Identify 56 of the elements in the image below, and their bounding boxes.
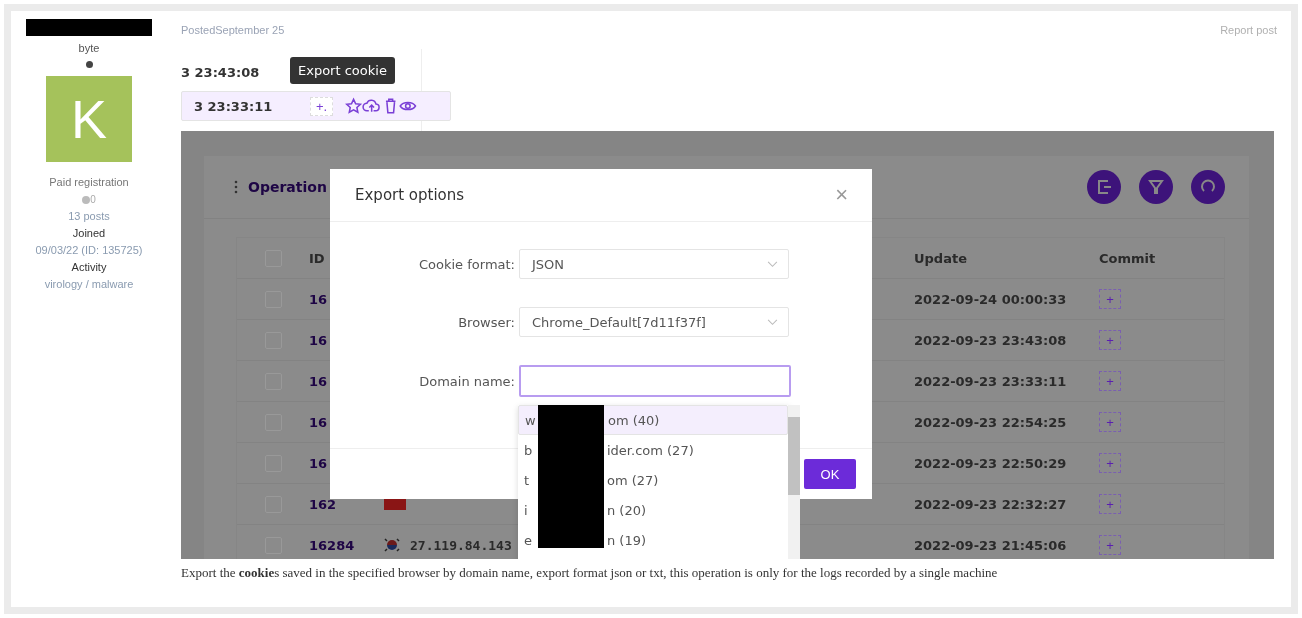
caption: Export the cookies saved in the specified browser by domain name, export format json or txt, this operation is only for the logs recorded by a single machine (181, 565, 999, 581)
option-text[interactable]: w (525, 412, 536, 428)
ip-cell: 27.119.84.143 (410, 537, 512, 553)
column-header: Commit (1099, 250, 1157, 266)
filter-icon[interactable] (1139, 170, 1173, 204)
option-text[interactable]: t (524, 472, 535, 488)
tooltip: Export cookie (290, 57, 395, 84)
id-cell[interactable]: 16284 (309, 537, 384, 553)
activity-value: virology / malware (44, 277, 134, 292)
column-header: Update (914, 250, 968, 266)
option-text[interactable]: om (27) (607, 472, 659, 488)
avatar: K (46, 76, 132, 162)
option-text[interactable]: b (524, 442, 535, 458)
joined-date: 09/03/22 (ID: 135725) (35, 243, 143, 258)
activity-label: Activity (71, 260, 107, 275)
update-cell-text: 2022-09-23 22:54:25 (914, 414, 1068, 430)
field-label: Cookie format: (418, 256, 515, 272)
update-cell-text: 2022-09-23 23:43:08 (914, 332, 1068, 348)
option-text[interactable]: n (19) (607, 532, 647, 548)
reputation-count: 0 (90, 193, 96, 207)
reputation-icon (82, 195, 91, 204)
export-icon[interactable] (1087, 170, 1121, 204)
refresh-icon[interactable] (1191, 170, 1225, 204)
column-header: ID (309, 250, 326, 266)
input-field[interactable] (519, 365, 791, 397)
update-cell-text: 2022-09-23 22:32:27 (914, 496, 1068, 512)
update-cell-text: 2022-09-23 21:45:06 (914, 537, 1068, 553)
id-cell[interactable]: 162 (309, 496, 384, 512)
flag-icon (384, 537, 400, 553)
time-cell-text: 3 23:33:11 (194, 98, 274, 114)
section-title: Operation (248, 179, 327, 195)
update-cell-text: 2022-09-24 00:00:33 (914, 291, 1068, 307)
select-field[interactable]: JSON (519, 249, 789, 279)
option-text[interactable]: e (524, 532, 535, 548)
field-label: Browser: (457, 314, 515, 330)
status-dot-icon (85, 61, 93, 68)
ok-button[interactable]: OK (804, 459, 856, 489)
field-label: Domain name: (418, 373, 515, 389)
chevron-icon[interactable] (767, 260, 778, 268)
chevron-icon[interactable] (767, 318, 778, 326)
scrollbar[interactable] (788, 405, 800, 559)
select-field[interactable]: Chrome_Default[7d11f37f] (519, 307, 789, 337)
kebab-icon[interactable] (234, 180, 238, 194)
dialog-title: Export options (355, 186, 465, 204)
time-cell-text: 3 23:43:08 (181, 64, 261, 80)
joined-label: Joined (72, 226, 106, 241)
option-text[interactable]: n (20) (607, 502, 647, 518)
user-group: Paid registration (49, 174, 129, 191)
update-cell-text: 2022-09-23 23:33:11 (914, 373, 1068, 389)
option-text[interactable]: ider.com (27) (607, 442, 694, 458)
update-cell-text: 2022-09-23 22:50:29 (914, 455, 1068, 471)
option-text[interactable]: om (40) (608, 412, 660, 428)
add-button[interactable]: +. (310, 96, 334, 116)
post-date: PostedSeptember 25 (181, 24, 285, 36)
option-text[interactable]: i (524, 502, 535, 518)
user-title: byte (78, 41, 100, 56)
